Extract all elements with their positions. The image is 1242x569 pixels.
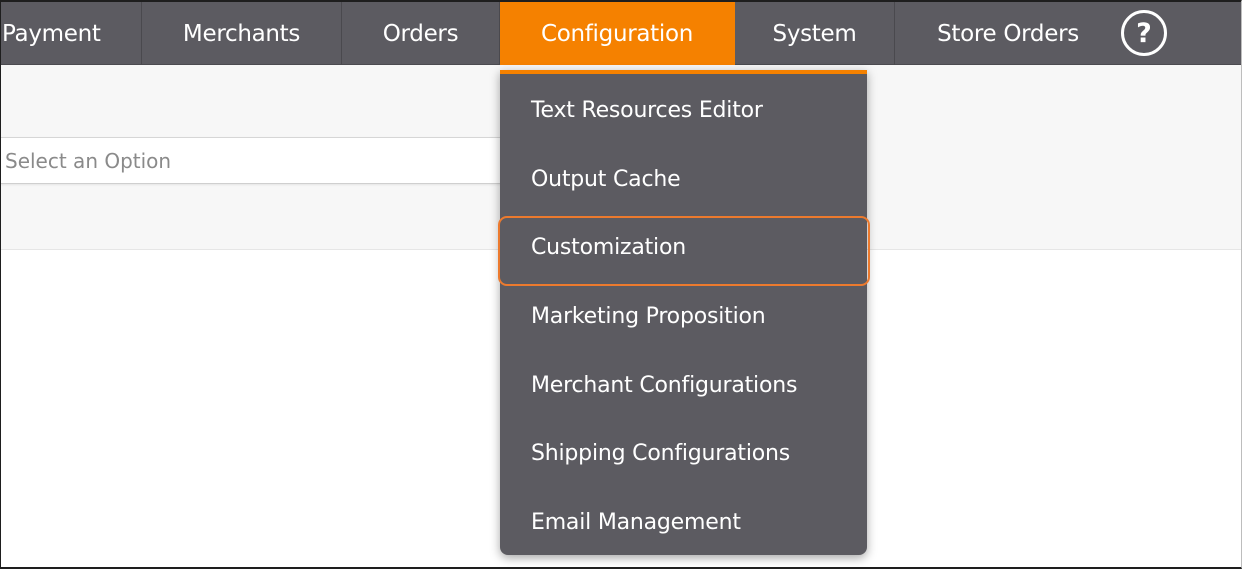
help-circle-icon: ? [1136, 17, 1152, 49]
nav-item-payment[interactable]: Payment [0, 2, 142, 65]
nav-item-label: Store Orders [937, 20, 1079, 47]
nav-item-label: Orders [382, 20, 459, 47]
nav-item-label: System [772, 20, 857, 47]
nav-item-system[interactable]: System [735, 2, 895, 65]
nav-item-label: Configuration [540, 20, 694, 47]
nav-item-store-orders[interactable]: Store Orders [895, 2, 1121, 65]
nav-item-orders[interactable]: Orders [342, 2, 500, 65]
select-placeholder: Select an Option [5, 148, 172, 173]
nav-item-label: Payment [2, 20, 101, 47]
menu-item-marketing-proposition[interactable]: Marketing Proposition [500, 282, 867, 351]
option-select[interactable]: Select an Option [0, 137, 520, 184]
nav-item-merchants[interactable]: Merchants [142, 2, 342, 65]
menu-item-text-resources-editor[interactable]: Text Resources Editor [500, 76, 867, 145]
menu-item-merchant-configurations[interactable]: Merchant Configurations [500, 351, 867, 420]
menu-item-label: Output Cache [531, 167, 681, 192]
menu-item-label: Marketing Proposition [531, 304, 766, 329]
nav-item-configuration[interactable]: Configuration [500, 2, 735, 65]
menu-item-email-management[interactable]: Email Management [500, 488, 867, 557]
nav-item-label: Merchants [182, 20, 301, 47]
help-button[interactable]: ? [1121, 10, 1167, 56]
menu-item-shipping-configurations[interactable]: Shipping Configurations [500, 419, 867, 488]
menu-item-customization[interactable]: Customization [500, 213, 867, 282]
top-navigation-bar: Payment Merchants Orders Configuration S… [0, 0, 1242, 65]
configuration-dropdown-menu: Text Resources Editor Output Cache Custo… [500, 70, 867, 555]
menu-item-label: Text Resources Editor [531, 98, 763, 123]
menu-item-output-cache[interactable]: Output Cache [500, 145, 867, 214]
menu-item-label: Email Management [531, 510, 741, 535]
menu-item-label: Shipping Configurations [531, 441, 791, 466]
menu-item-label: Customization [531, 235, 686, 260]
menu-item-label: Merchant Configurations [531, 373, 798, 398]
